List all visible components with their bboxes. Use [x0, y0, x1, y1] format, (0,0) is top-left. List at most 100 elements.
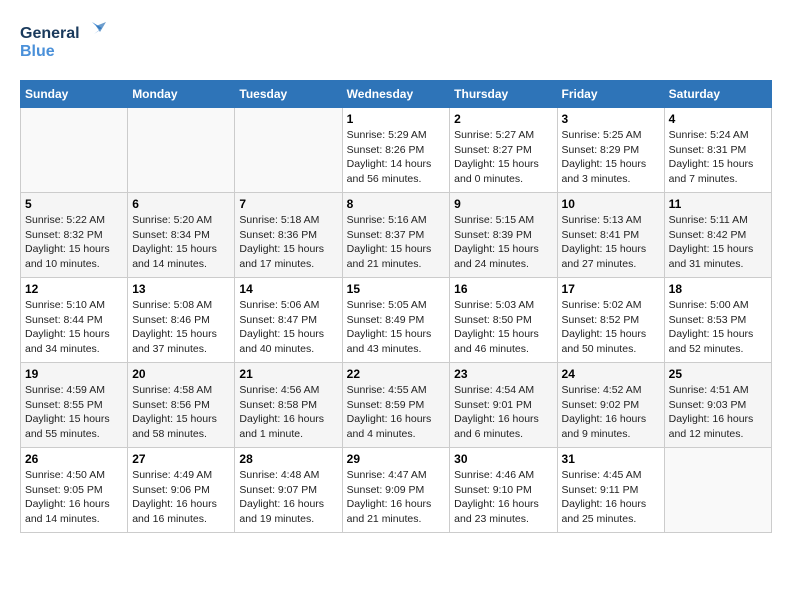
day-info: Sunrise: 4:54 AMSunset: 9:01 PMDaylight:… — [454, 383, 552, 442]
day-number: 21 — [239, 367, 337, 381]
day-number: 20 — [132, 367, 230, 381]
day-info: Sunrise: 5:08 AMSunset: 8:46 PMDaylight:… — [132, 298, 230, 357]
day-info: Sunrise: 4:47 AMSunset: 9:09 PMDaylight:… — [347, 468, 446, 527]
calendar-day-cell: 31Sunrise: 4:45 AMSunset: 9:11 PMDayligh… — [557, 448, 664, 533]
day-number: 26 — [25, 452, 123, 466]
calendar-day-cell: 4 Sunrise: 5:24 AMSunset: 8:31 PMDaylight… — [664, 108, 771, 193]
calendar-day-cell: 29 Sunrise: 4:47 AMSunset: 9:09 PMDayligh… — [342, 448, 450, 533]
calendar-day-cell: 25Sunrise: 4:51 AMSunset: 9:03 PMDayligh… — [664, 363, 771, 448]
calendar-week-row: 26 Sunrise: 4:50 AMSunset: 9:05 PMDayligh… — [21, 448, 772, 533]
calendar-day-cell: 12 Sunrise: 5:10 AMSunset: 8:44 PMDayligh… — [21, 278, 128, 363]
day-info: Sunrise: 5:05 AMSunset: 8:49 PMDaylight:… — [347, 298, 446, 357]
day-of-week-header: Saturday — [664, 81, 771, 108]
day-info: Sunrise: 5:16 AMSunset: 8:37 PMDaylight:… — [347, 213, 446, 272]
day-number: 2 — [454, 112, 552, 126]
day-info: Sunrise: 5:00 AMSunset: 8:53 PMDaylight:… — [669, 298, 767, 357]
page-header: General Blue — [20, 20, 772, 70]
day-number: 4 — [669, 112, 767, 126]
day-info: Sunrise: 4:56 AMSunset: 8:58 PMDaylight:… — [239, 383, 337, 442]
day-info: Sunrise: 4:59 AMSunset: 8:55 PMDaylight:… — [25, 383, 123, 442]
day-info: Sunrise: 5:02 AMSunset: 8:52 PMDaylight:… — [562, 298, 660, 357]
calendar-day-cell: 24 Sunrise: 4:52 AMSunset: 9:02 PMDayligh… — [557, 363, 664, 448]
day-number: 12 — [25, 282, 123, 296]
calendar-day-cell: 18 Sunrise: 5:00 AMSunset: 8:53 PMDayligh… — [664, 278, 771, 363]
day-number: 3 — [562, 112, 660, 126]
calendar-day-cell — [664, 448, 771, 533]
day-number: 9 — [454, 197, 552, 211]
calendar-day-cell: 28 Sunrise: 4:48 AMSunset: 9:07 PMDayligh… — [235, 448, 342, 533]
day-of-week-header: Sunday — [21, 81, 128, 108]
calendar-day-cell: 20 Sunrise: 4:58 AMSunset: 8:56 PMDayligh… — [128, 363, 235, 448]
day-info: Sunrise: 4:58 AMSunset: 8:56 PMDaylight:… — [132, 383, 230, 442]
day-info: Sunrise: 5:29 AMSunset: 8:26 PMDaylight:… — [347, 128, 446, 187]
day-number: 11 — [669, 197, 767, 211]
day-number: 30 — [454, 452, 552, 466]
day-info: Sunrise: 5:15 AMSunset: 8:39 PMDaylight:… — [454, 213, 552, 272]
day-number: 19 — [25, 367, 123, 381]
day-info: Sunrise: 5:06 AMSunset: 8:47 PMDaylight:… — [239, 298, 337, 357]
day-info: Sunrise: 4:49 AMSunset: 9:06 PMDaylight:… — [132, 468, 230, 527]
calendar-week-row: 1 Sunrise: 5:29 AMSunset: 8:26 PMDaylight… — [21, 108, 772, 193]
calendar-day-cell: 22 Sunrise: 4:55 AMSunset: 8:59 PMDayligh… — [342, 363, 450, 448]
calendar-header-row: SundayMondayTuesdayWednesdayThursdayFrid… — [21, 81, 772, 108]
day-number: 6 — [132, 197, 230, 211]
day-number: 28 — [239, 452, 337, 466]
day-info: Sunrise: 4:46 AMSunset: 9:10 PMDaylight:… — [454, 468, 552, 527]
calendar-day-cell: 30 Sunrise: 4:46 AMSunset: 9:10 PMDayligh… — [450, 448, 557, 533]
day-info: Sunrise: 4:55 AMSunset: 8:59 PMDaylight:… — [347, 383, 446, 442]
day-of-week-header: Monday — [128, 81, 235, 108]
svg-text:Blue: Blue — [20, 43, 55, 60]
day-info: Sunrise: 5:20 AMSunset: 8:34 PMDaylight:… — [132, 213, 230, 272]
day-info: Sunrise: 5:22 AMSunset: 8:32 PMDaylight:… — [25, 213, 123, 272]
day-number: 29 — [347, 452, 446, 466]
day-number: 14 — [239, 282, 337, 296]
calendar-day-cell: 13 Sunrise: 5:08 AMSunset: 8:46 PMDayligh… — [128, 278, 235, 363]
day-number: 5 — [25, 197, 123, 211]
calendar-day-cell: 14 Sunrise: 5:06 AMSunset: 8:47 PMDayligh… — [235, 278, 342, 363]
day-of-week-header: Wednesday — [342, 81, 450, 108]
day-of-week-header: Tuesday — [235, 81, 342, 108]
day-of-week-header: Friday — [557, 81, 664, 108]
calendar-day-cell: 9 Sunrise: 5:15 AMSunset: 8:39 PMDaylight… — [450, 193, 557, 278]
day-of-week-header: Thursday — [450, 81, 557, 108]
calendar-day-cell: 16Sunrise: 5:03 AMSunset: 8:50 PMDayligh… — [450, 278, 557, 363]
day-info: Sunrise: 4:50 AMSunset: 9:05 PMDaylight:… — [25, 468, 123, 527]
day-number: 24 — [562, 367, 660, 381]
calendar-day-cell — [21, 108, 128, 193]
calendar-week-row: 12 Sunrise: 5:10 AMSunset: 8:44 PMDayligh… — [21, 278, 772, 363]
calendar-day-cell: 2Sunrise: 5:27 AMSunset: 8:27 PMDaylight… — [450, 108, 557, 193]
day-info: Sunrise: 5:18 AMSunset: 8:36 PMDaylight:… — [239, 213, 337, 272]
day-info: Sunrise: 4:48 AMSunset: 9:07 PMDaylight:… — [239, 468, 337, 527]
day-info: Sunrise: 4:52 AMSunset: 9:02 PMDaylight:… — [562, 383, 660, 442]
calendar-day-cell — [128, 108, 235, 193]
calendar-day-cell: 7Sunrise: 5:18 AMSunset: 8:36 PMDaylight… — [235, 193, 342, 278]
day-number: 13 — [132, 282, 230, 296]
calendar-day-cell — [235, 108, 342, 193]
day-number: 22 — [347, 367, 446, 381]
day-number: 23 — [454, 367, 552, 381]
day-number: 10 — [562, 197, 660, 211]
day-info: Sunrise: 5:24 AMSunset: 8:31 PMDaylight:… — [669, 128, 767, 187]
calendar-day-cell: 21 Sunrise: 4:56 AMSunset: 8:58 PMDayligh… — [235, 363, 342, 448]
day-number: 15 — [347, 282, 446, 296]
calendar-day-cell: 15 Sunrise: 5:05 AMSunset: 8:49 PMDayligh… — [342, 278, 450, 363]
day-number: 25 — [669, 367, 767, 381]
calendar-day-cell: 19 Sunrise: 4:59 AMSunset: 8:55 PMDayligh… — [21, 363, 128, 448]
day-number: 18 — [669, 282, 767, 296]
day-info: Sunrise: 4:45 AMSunset: 9:11 PMDaylight:… — [562, 468, 660, 527]
day-number: 8 — [347, 197, 446, 211]
calendar-day-cell: 26 Sunrise: 4:50 AMSunset: 9:05 PMDayligh… — [21, 448, 128, 533]
calendar-day-cell: 17Sunrise: 5:02 AMSunset: 8:52 PMDayligh… — [557, 278, 664, 363]
svg-text:General: General — [20, 25, 80, 42]
day-info: Sunrise: 5:25 AMSunset: 8:29 PMDaylight:… — [562, 128, 660, 187]
day-number: 16 — [454, 282, 552, 296]
calendar-day-cell: 1 Sunrise: 5:29 AMSunset: 8:26 PMDaylight… — [342, 108, 450, 193]
calendar-week-row: 19 Sunrise: 4:59 AMSunset: 8:55 PMDayligh… — [21, 363, 772, 448]
calendar-day-cell: 11Sunrise: 5:11 AMSunset: 8:42 PMDayligh… — [664, 193, 771, 278]
calendar-day-cell: 10Sunrise: 5:13 AMSunset: 8:41 PMDayligh… — [557, 193, 664, 278]
day-info: Sunrise: 5:10 AMSunset: 8:44 PMDaylight:… — [25, 298, 123, 357]
calendar-day-cell: 23 Sunrise: 4:54 AMSunset: 9:01 PMDayligh… — [450, 363, 557, 448]
calendar-day-cell: 6 Sunrise: 5:20 AMSunset: 8:34 PMDaylight… — [128, 193, 235, 278]
day-number: 1 — [347, 112, 446, 126]
calendar-day-cell: 3 Sunrise: 5:25 AMSunset: 8:29 PMDaylight… — [557, 108, 664, 193]
